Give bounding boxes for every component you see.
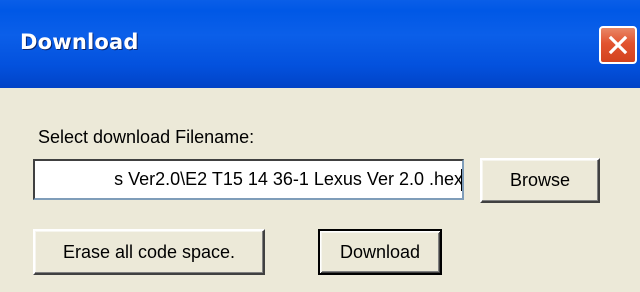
text-caret [461,169,462,192]
filename-value: s Ver2.0\E2 T15 14 36-1 Lexus Ver 2.0 .h… [114,169,463,189]
title-bar[interactable]: Download [0,0,640,88]
window-title: Download [20,30,139,54]
download-button[interactable]: Download [318,229,442,275]
download-dialog: Download Select download Filename: s Ver… [0,0,640,292]
close-icon [608,35,628,55]
filename-label: Select download Filename: [38,127,255,147]
browse-button[interactable]: Browse [480,158,600,203]
erase-code-space-button[interactable]: Erase all code space. [33,229,265,275]
filename-input[interactable]: s Ver2.0\E2 T15 14 36-1 Lexus Ver 2.0 .h… [33,159,464,200]
close-button[interactable] [599,26,637,64]
